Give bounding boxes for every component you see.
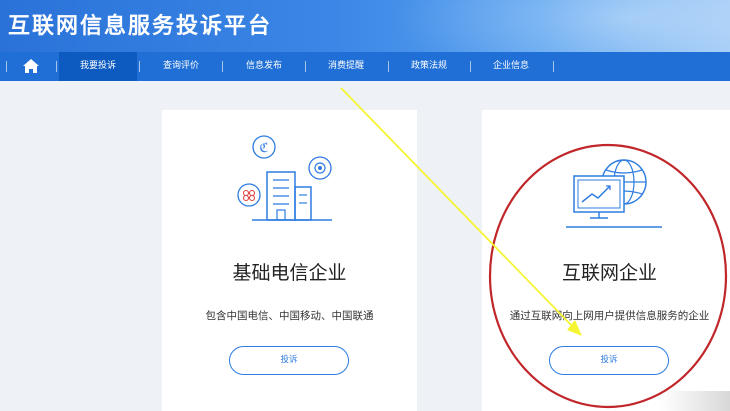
- home-button[interactable]: [16, 52, 46, 81]
- card-internet[interactable]: 互联网企业 通过互联网向上网用户提供信息服务的企业 投诉: [482, 110, 730, 411]
- site-title: 互联网信息服务投诉平台: [8, 14, 273, 39]
- internet-monitor-globe-icon: [566, 159, 662, 228]
- nav-item-consumer-alert[interactable]: 消费提醒: [307, 52, 385, 81]
- nav-separator: [388, 61, 389, 72]
- nav-separator: [6, 61, 7, 72]
- nav-separator: [553, 61, 554, 72]
- complaint-button[interactable]: 投诉: [549, 346, 669, 375]
- header-decoration: [390, 0, 730, 52]
- watermark: [660, 391, 730, 411]
- card-description: 包含中国电信、中国移动、中国联通: [205, 310, 374, 322]
- card-title: 基础电信企业: [232, 262, 347, 284]
- main-nav: 我要投诉 查询评价 信息发布 消费提醒 政策法规 企业信息: [0, 52, 730, 81]
- site-header: 互联网信息服务投诉平台: [0, 0, 730, 52]
- nav-item-info-release[interactable]: 信息发布: [225, 52, 303, 81]
- nav-separator: [222, 61, 223, 72]
- nav-separator: [470, 61, 471, 72]
- nav-item-complaint[interactable]: 我要投诉: [59, 52, 137, 81]
- complaint-button[interactable]: 投诉: [229, 346, 349, 375]
- nav-separator: [139, 61, 140, 72]
- nav-item-query-review[interactable]: 查询评价: [142, 52, 220, 81]
- card-description: 通过互联网向上网用户提供信息服务的企业: [509, 310, 710, 322]
- card-title: 互联网企业: [561, 262, 657, 284]
- nav-item-enterprise-info[interactable]: 企业信息: [472, 52, 550, 81]
- nav-item-policy[interactable]: 政策法规: [390, 52, 468, 81]
- nav-separator: [56, 61, 57, 72]
- home-icon: [23, 59, 39, 73]
- card-telecom[interactable]: ℭ 基础电信企业 包含中国电信、中国移动、中国联通 投诉: [162, 110, 417, 411]
- telecom-buildings-icon: ℭ: [237, 135, 332, 221]
- svg-text:ℭ: ℭ: [259, 141, 268, 156]
- nav-separator: [305, 61, 306, 72]
